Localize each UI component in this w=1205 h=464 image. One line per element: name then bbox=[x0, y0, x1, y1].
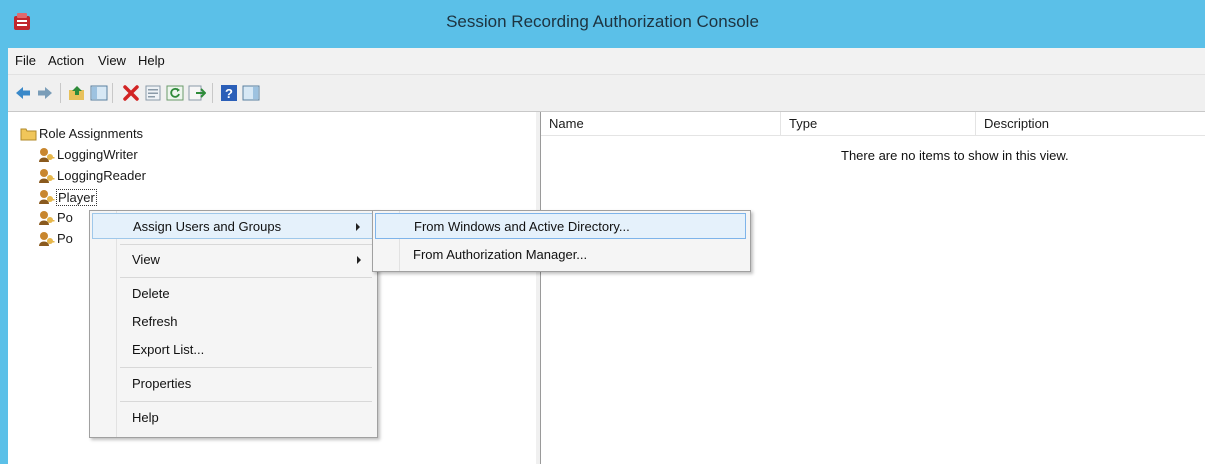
menu-file[interactable]: File bbox=[15, 53, 36, 68]
menu-item-export-list[interactable]: Export List... bbox=[92, 337, 373, 363]
menu-item-refresh[interactable]: Refresh bbox=[92, 309, 373, 335]
menu-separator bbox=[120, 244, 372, 245]
export-list-icon[interactable] bbox=[188, 84, 206, 102]
menu-item-label: Export List... bbox=[132, 342, 205, 357]
menu-item-help[interactable]: Help bbox=[92, 405, 373, 431]
menu-item-properties[interactable]: Properties bbox=[92, 371, 373, 397]
forward-icon[interactable] bbox=[36, 84, 54, 102]
submenu-arrow-icon bbox=[357, 256, 361, 264]
tree-node-label: Po bbox=[57, 210, 73, 225]
show-hide-action-pane-icon[interactable] bbox=[242, 84, 260, 102]
menu-item-from-windows-and-active-directory[interactable]: From Windows and Active Directory... bbox=[375, 213, 746, 239]
console-window: Session Recording Authorization Console … bbox=[0, 0, 1205, 464]
tree-node-role[interactable]: LoggingWriter bbox=[38, 147, 178, 163]
column-header-type[interactable]: Type bbox=[781, 112, 976, 136]
back-icon[interactable] bbox=[14, 84, 32, 102]
role-icon bbox=[39, 232, 55, 246]
up-folder-icon[interactable] bbox=[68, 84, 86, 102]
title-bar[interactable]: Session Recording Authorization Console bbox=[0, 0, 1205, 48]
role-icon bbox=[39, 190, 55, 204]
tree-node-role[interactable]: LoggingReader bbox=[38, 168, 178, 184]
context-menu: Assign Users and Groups View Delete Refr… bbox=[89, 210, 378, 438]
menu-item-label: Delete bbox=[132, 286, 170, 301]
role-icon bbox=[39, 211, 55, 225]
window-title: Session Recording Authorization Console bbox=[446, 12, 759, 31]
assign-users-submenu: From Windows and Active Directory... Fro… bbox=[372, 210, 751, 272]
toolbar-separator bbox=[212, 83, 213, 103]
role-icon bbox=[39, 169, 55, 183]
menu-separator bbox=[120, 277, 372, 278]
tree-node-label: LoggingReader bbox=[57, 168, 146, 183]
refresh-icon[interactable] bbox=[166, 84, 184, 102]
result-list-pane[interactable]: Name Type Description There are no items… bbox=[541, 112, 1205, 464]
menu-separator bbox=[120, 367, 372, 368]
menu-action[interactable]: Action bbox=[48, 53, 84, 68]
toolbar: ? bbox=[8, 75, 1205, 112]
tree-node-label: Player bbox=[56, 189, 97, 206]
menu-help[interactable]: Help bbox=[138, 53, 165, 68]
menu-item-label: View bbox=[132, 252, 160, 267]
role-icon bbox=[39, 148, 55, 162]
tree-node-label: Role Assignments bbox=[39, 126, 144, 141]
column-header-name[interactable]: Name bbox=[541, 112, 781, 136]
help-icon[interactable]: ? bbox=[220, 84, 238, 102]
menu-item-from-authorization-manager[interactable]: From Authorization Manager... bbox=[375, 242, 746, 268]
menu-item-view[interactable]: View bbox=[92, 247, 373, 273]
menu-item-delete[interactable]: Delete bbox=[92, 281, 373, 307]
menu-item-label: From Authorization Manager... bbox=[413, 247, 588, 262]
menu-item-label: Properties bbox=[132, 376, 192, 391]
delete-icon[interactable] bbox=[122, 84, 140, 102]
menu-separator bbox=[120, 401, 372, 402]
menu-item-label: From Windows and Active Directory... bbox=[414, 219, 630, 234]
tree-node-label: Po bbox=[57, 231, 73, 246]
folder-icon bbox=[20, 128, 37, 141]
empty-list-message: There are no items to show in this view. bbox=[841, 148, 1069, 163]
toolbar-separator bbox=[60, 83, 61, 103]
menu-item-label: Refresh bbox=[132, 314, 178, 329]
properties-icon[interactable] bbox=[144, 84, 162, 102]
tree-node-role-selected[interactable]: Player bbox=[38, 189, 178, 206]
column-header-description[interactable]: Description bbox=[976, 112, 1205, 136]
menu-item-label: Help bbox=[132, 410, 159, 425]
menu-item-assign-users-and-groups[interactable]: Assign Users and Groups bbox=[92, 213, 373, 239]
menu-view[interactable]: View bbox=[98, 53, 126, 68]
show-hide-tree-icon[interactable] bbox=[90, 84, 108, 102]
tree-node-role-assignments[interactable]: Role Assignments bbox=[20, 126, 200, 142]
toolbar-separator bbox=[112, 83, 113, 103]
tree-node-label: LoggingWriter bbox=[57, 147, 138, 162]
submenu-arrow-icon bbox=[356, 223, 360, 231]
menu-item-label: Assign Users and Groups bbox=[133, 219, 282, 234]
svg-text:?: ? bbox=[225, 86, 233, 101]
menu-bar: File Action View Help bbox=[8, 48, 1205, 75]
